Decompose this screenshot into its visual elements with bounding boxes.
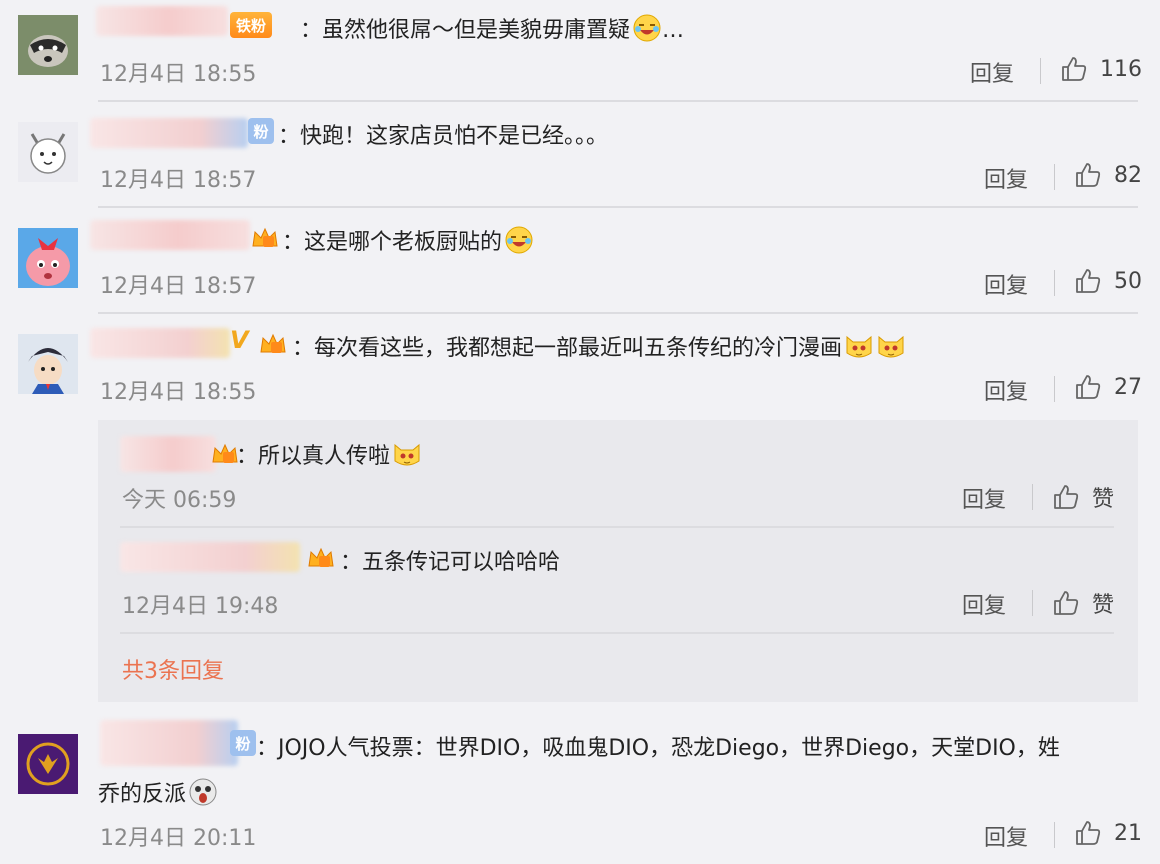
reply-button[interactable]: 回复 [984, 162, 1028, 194]
reply-button[interactable]: 回复 [984, 374, 1028, 406]
comment-text: ：快跑！这家店员怕不是已经。。。 [278, 124, 609, 149]
comment-divider [98, 206, 1138, 208]
like-count: 82 [1114, 162, 1142, 188]
like-count: 27 [1114, 374, 1142, 400]
username-blurred[interactable] [100, 720, 238, 766]
laugh-cry-emoji-icon [504, 225, 534, 255]
comment-time: 12月4日 20:11 [100, 826, 257, 851]
reply-text: ：所以真人传啦 [236, 438, 422, 470]
comment-time: 12月4日 18:55 [100, 62, 257, 87]
cat-emoji-icon [392, 439, 422, 469]
shocked-face-emoji-icon [188, 777, 218, 807]
fan-badge: 铁粉 [230, 12, 273, 38]
comment-time: 12月4日 18:57 [100, 168, 257, 193]
cat-emoji-icon [844, 331, 874, 361]
comment-text: ：虽然他很屌～但是美貌毋庸置疑… [300, 12, 684, 44]
comment-text: ：每次看这些，我都想起一部最近叫五条传纪的冷门漫画 [292, 330, 906, 362]
reply-button[interactable]: 回复 [984, 268, 1028, 300]
thumbs-up-icon [1076, 269, 1101, 293]
like-button[interactable]: 赞 [1052, 481, 1114, 513]
reply-button[interactable]: 回复 [962, 588, 1006, 620]
action-divider [1040, 58, 1041, 84]
verified-v-badge: V [230, 326, 249, 354]
thumbs-up-icon [1076, 821, 1101, 845]
crown-badge-icon [308, 547, 334, 567]
cat-emoji-icon [876, 331, 906, 361]
reply-button[interactable]: 回复 [962, 482, 1006, 514]
avatar[interactable] [18, 228, 78, 288]
thumbs-up-icon [1076, 375, 1101, 399]
like-button[interactable]: 50 [1074, 267, 1142, 295]
avatar[interactable] [18, 15, 78, 75]
like-button[interactable]: 82 [1074, 161, 1142, 189]
action-divider [1054, 164, 1055, 190]
reply-time: 12月4日 19:48 [122, 594, 279, 619]
like-button[interactable]: 27 [1074, 373, 1142, 401]
comment-text: ：JOJO人气投票：世界DIO，吸血鬼DIO，恐龙Diego，世界Diego，天… [256, 736, 1060, 761]
avatar[interactable] [18, 334, 78, 394]
comment-divider [98, 312, 1138, 314]
like-count: 116 [1100, 56, 1142, 82]
like-count: 21 [1114, 820, 1142, 846]
reply-button[interactable]: 回复 [970, 56, 1014, 88]
like-button[interactable]: 116 [1060, 55, 1142, 83]
comment-time: 12月4日 18:57 [100, 274, 257, 299]
like-label: 赞 [1092, 487, 1115, 512]
crown-badge-icon [260, 333, 286, 353]
reply-text: ：五条传记可以哈哈哈 [340, 550, 561, 575]
comment-divider [98, 100, 1138, 102]
comment-text: ：这是哪个老板厨贴的 [282, 224, 534, 256]
thumbs-up-icon [1054, 591, 1079, 615]
action-divider [1054, 376, 1055, 402]
comment-time: 12月4日 18:55 [100, 380, 257, 405]
reply-divider [120, 526, 1114, 528]
username-blurred[interactable] [90, 328, 230, 358]
thumbs-up-icon [1054, 485, 1079, 509]
username-blurred[interactable] [120, 436, 216, 472]
username-blurred[interactable] [120, 542, 300, 572]
thumbs-up-icon [1062, 57, 1087, 81]
comment-text-continued: 乔的反派 [98, 776, 218, 808]
like-count: 50 [1114, 268, 1142, 294]
action-divider [1054, 822, 1055, 848]
laugh-cry-emoji-icon [632, 13, 662, 43]
crown-badge-icon [252, 227, 278, 247]
username-blurred[interactable] [90, 220, 250, 250]
username-blurred[interactable] [96, 6, 228, 36]
reply-time: 今天 06:59 [122, 488, 237, 513]
thumbs-up-icon [1076, 163, 1101, 187]
reply-button[interactable]: 回复 [984, 820, 1028, 852]
username-blurred[interactable] [90, 118, 248, 148]
like-button[interactable]: 21 [1074, 819, 1142, 847]
like-label: 赞 [1092, 593, 1115, 618]
action-divider [1032, 590, 1033, 616]
avatar[interactable] [18, 122, 78, 182]
view-all-replies-link[interactable]: 共3条回复 [122, 653, 224, 685]
action-divider [1032, 484, 1033, 510]
avatar[interactable] [18, 734, 78, 794]
fan-badge: 粉 [230, 730, 256, 756]
action-divider [1054, 270, 1055, 296]
like-button[interactable]: 赞 [1052, 587, 1114, 619]
fan-badge: 粉 [248, 118, 274, 144]
reply-divider [120, 632, 1114, 634]
